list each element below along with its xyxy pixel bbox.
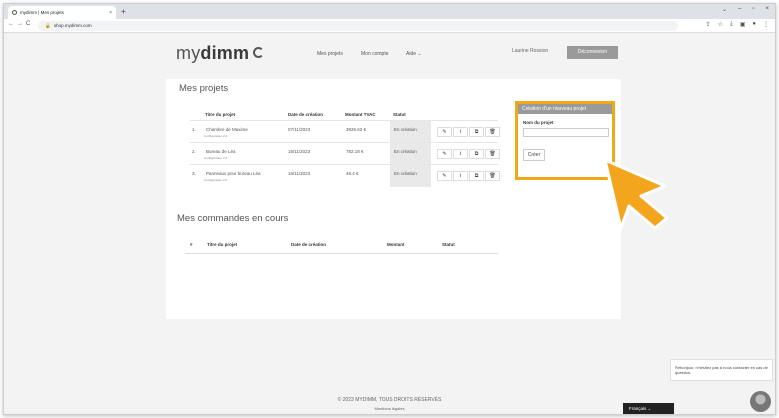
web-page: mydimm Mes projets Mon compte Aide ⌄ Lau… [4, 34, 775, 414]
nav-help[interactable]: Aide ⌄ [406, 51, 422, 57]
info-icon[interactable]: Ⅰ [453, 171, 468, 181]
close-window-icon[interactable]: × [765, 6, 769, 13]
row-date: 16/11/2023 [288, 149, 311, 154]
side-panel-icon[interactable]: ▣ [740, 21, 746, 28]
edit-icon[interactable]: ✎ [437, 127, 452, 137]
col-title: Titre du projet [205, 112, 236, 117]
row-actions: ✎ Ⅰ ⧉ 🗑 [437, 149, 500, 159]
delete-icon[interactable]: 🗑 [485, 127, 500, 137]
orders-divider [185, 253, 498, 254]
duplicate-icon[interactable]: ⧉ [469, 127, 484, 137]
duplicate-icon[interactable]: ⧉ [469, 149, 484, 159]
row-amount: 782.18 € [346, 149, 364, 154]
table-row[interactable]: 1. Chambre de Maxime Configurateur 2.0 0… [190, 120, 500, 143]
row-amount: 48.4 € [346, 171, 359, 176]
url-text: shop.mydimm.com [53, 23, 92, 28]
edit-icon[interactable]: ✎ [437, 171, 452, 181]
profile-icon[interactable]: ● [752, 21, 756, 28]
forward-icon[interactable]: → [17, 21, 23, 27]
share-icon[interactable]: ⇪ [706, 21, 711, 28]
user-name[interactable]: Laurine Rossion [512, 48, 548, 54]
maximize-icon[interactable]: ▫ [752, 6, 754, 13]
project-name-label: Nom du projet [523, 120, 554, 125]
duplicate-icon[interactable]: ⧉ [469, 171, 484, 181]
delete-icon[interactable]: 🗑 [485, 171, 500, 181]
row-number: 2. [192, 149, 196, 154]
favicon-icon [12, 10, 17, 15]
tab-title: mydimm | Mes projets [20, 10, 64, 15]
row-date: 07/11/2023 [288, 127, 311, 132]
row-date: 16/11/2023 [288, 171, 311, 176]
projects-title: Mes projets [179, 83, 229, 94]
new-project-header: Création d'un nouveau projet [518, 104, 612, 114]
browser-window: mydimm | Mes projets × + ⌄ – ▫ × ← → C 🔒… [3, 3, 776, 415]
delete-icon[interactable]: 🗑 [485, 149, 500, 159]
col-amount: Montant TVAC [345, 112, 376, 117]
browser-toolbar: ← → C 🔒 shop.mydimm.com ⇪ ☆ ⤓ ▣ ● ⋮ [4, 19, 775, 33]
edit-icon[interactable]: ✎ [437, 149, 452, 159]
back-icon[interactable]: ← [8, 21, 14, 27]
orders-col-number: # [190, 242, 193, 247]
toolbar-icons: ⇪ ☆ ⤓ ▣ ● ⋮ [706, 21, 769, 28]
col-date: Date de création [288, 112, 324, 117]
info-icon[interactable]: Ⅰ [453, 127, 468, 137]
pointer-arrow-icon [603, 158, 669, 230]
table-row[interactable]: 3. Panneaux pour bureau Léa Configurateu… [190, 164, 500, 187]
row-subtitle: Configurateur 2.0 [204, 178, 228, 182]
row-actions: ✎ Ⅰ ⧉ 🗑 [437, 171, 500, 181]
col-status: Statut [393, 112, 406, 117]
row-actions: ✎ Ⅰ ⧉ 🗑 [437, 127, 500, 137]
row-amount: 3926.62 € [346, 127, 367, 132]
browser-tab[interactable]: mydimm | Mes projets × [8, 6, 116, 19]
address-bar[interactable]: 🔒 shop.mydimm.com [38, 21, 678, 31]
logo-mark-icon [253, 47, 265, 58]
orders-col-title: Titre du projet [207, 242, 238, 247]
row-title[interactable]: Panneaux pour bureau Léa [206, 171, 261, 176]
row-status: En création [390, 165, 431, 187]
orders-col-amount: Montant [387, 242, 405, 247]
row-title[interactable]: Chambre de Maxime [206, 127, 248, 132]
row-number: 3. [192, 171, 196, 176]
site-header: mydimm Mes projets Mon compte Aide ⌄ Lau… [4, 34, 775, 74]
row-subtitle: Configurateur 2.0 [204, 134, 228, 138]
orders-col-status: Statut [442, 242, 455, 247]
lock-icon: 🔒 [45, 23, 51, 28]
nav-my-account[interactable]: Mon compte [361, 51, 389, 57]
window-controls: ⌄ – ▫ × [722, 6, 769, 13]
row-subtitle: Configurateur 2.0 [204, 156, 228, 160]
minimize-icon[interactable]: – [738, 6, 741, 13]
nav-my-projects[interactable]: Mes projets [317, 51, 343, 57]
reload-icon[interactable]: C [26, 21, 30, 27]
project-name-input[interactable] [523, 128, 609, 137]
language-select[interactable]: Français ⌄ [623, 403, 674, 414]
bookmark-star-icon[interactable]: ☆ [718, 21, 723, 28]
logo[interactable]: mydimm [176, 43, 265, 64]
tab-search-icon[interactable]: ⌄ [722, 6, 727, 13]
row-status: En création [390, 121, 431, 143]
logout-button[interactable]: Déconnexion [567, 46, 618, 59]
row-title[interactable]: Bureau de Léa [206, 149, 236, 154]
new-tab-button[interactable]: + [121, 7, 126, 16]
logo-text-bold: dimm [200, 43, 250, 63]
chat-avatar[interactable] [750, 391, 771, 412]
tab-strip: mydimm | Mes projets × + ⌄ – ▫ × [4, 4, 775, 19]
row-number: 1. [192, 127, 196, 132]
menu-icon[interactable]: ⋮ [763, 21, 769, 28]
info-icon[interactable]: Ⅰ [453, 149, 468, 159]
orders-col-date: Date de création [291, 242, 327, 247]
tab-close-icon[interactable]: × [109, 10, 112, 16]
chat-bubble[interactable]: Rebonjour, n'hésitez pas à nous contacte… [670, 359, 773, 381]
create-button[interactable]: Créer [523, 149, 545, 161]
row-status: En création [390, 143, 431, 165]
orders-title: Mes commandes en cours [177, 213, 289, 224]
table-row[interactable]: 2. Bureau de Léa Configurateur 2.0 16/11… [190, 142, 500, 165]
download-icon[interactable]: ⤓ [730, 21, 733, 28]
logo-text-light: my [176, 43, 201, 63]
